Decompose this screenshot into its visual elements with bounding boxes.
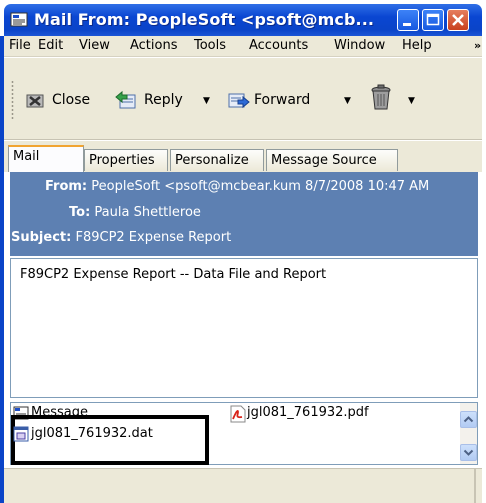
maximize-button[interactable] — [422, 9, 444, 31]
to-row: To: Paula Shettleroe — [69, 205, 201, 220]
subject-label: Subject: — [11, 230, 72, 245]
from-label: From: — [45, 179, 88, 194]
forward-button-label: Forward — [254, 92, 311, 108]
reply-button[interactable]: Reply — [114, 89, 204, 111]
forward-dropdown-arrow[interactable]: ▼ — [344, 96, 351, 106]
menu-overflow-chevron[interactable]: » — [474, 39, 481, 52]
menu-actions[interactable]: Actions — [130, 38, 178, 53]
from-value[interactable]: PeopleSoft <psoft@mcbear.kum 8/7/2008 10… — [91, 179, 429, 194]
pdf-attachment-label: jgl081_761932.pdf — [247, 405, 369, 420]
title-bar[interactable]: Mail From: PeopleSoft <psoft@mcb... — [4, 4, 482, 36]
toolbar-grip[interactable] — [11, 80, 14, 120]
minimize-icon — [403, 23, 411, 26]
scroll-down-button[interactable] — [460, 444, 477, 461]
status-bar — [4, 468, 482, 503]
reply-button-label: Reply — [144, 92, 183, 108]
message-header: From: PeopleSoft <psoft@mcbear.kum 8/7/2… — [10, 172, 478, 256]
menu-view[interactable]: View — [79, 38, 110, 53]
mail-app-icon — [10, 12, 28, 27]
close-window-button[interactable] — [447, 9, 469, 31]
delete-button[interactable] — [368, 84, 394, 110]
menu-tools[interactable]: Tools — [194, 38, 226, 53]
dat-attachment-label: jgl081_761932.dat — [31, 426, 153, 441]
message-body-text: F89CP2 Expense Report -- Data File and R… — [20, 267, 327, 282]
scroll-up-button[interactable] — [460, 411, 477, 428]
close-button-label: Close — [52, 92, 91, 108]
pdf-file-icon — [230, 405, 246, 423]
trash-can-icon — [371, 84, 391, 110]
menu-file[interactable]: File — [9, 38, 31, 53]
forward-button[interactable]: Forward — [228, 89, 338, 111]
tab-message-source[interactable]: Message Source — [266, 149, 398, 171]
reply-dropdown-arrow[interactable]: ▼ — [203, 96, 210, 106]
status-bar-separator — [474, 469, 476, 503]
to-label: To: — [69, 205, 91, 220]
menu-bar: File Edit View Actions Tools Accounts Wi… — [4, 36, 482, 57]
tab-personalize[interactable]: Personalize — [170, 149, 264, 171]
toolbar: Close Reply ▼ Forward ▼ ▼ — [4, 58, 482, 140]
maximize-icon — [426, 13, 440, 26]
forward-icon — [228, 93, 250, 109]
reply-icon — [115, 90, 136, 109]
menu-window[interactable]: Window — [334, 38, 385, 53]
close-icon — [452, 14, 464, 26]
delete-dropdown-arrow[interactable]: ▼ — [408, 96, 415, 106]
menu-help[interactable]: Help — [402, 38, 432, 53]
attachments-scrollbar[interactable] — [460, 403, 477, 464]
scroll-up-icon — [463, 416, 474, 423]
subject-value: F89CP2 Expense Report — [75, 230, 232, 245]
menu-edit[interactable]: Edit — [38, 38, 63, 53]
scroll-down-icon — [463, 449, 474, 456]
close-button[interactable]: Close — [24, 89, 108, 111]
tab-properties[interactable]: Properties — [84, 149, 168, 171]
to-value[interactable]: Paula Shettleroe — [94, 205, 200, 220]
subject-row: Subject: F89CP2 Expense Report — [11, 230, 231, 245]
tab-strip: Mail Properties Personalize Message Sour… — [4, 141, 482, 172]
dat-file-icon — [13, 426, 29, 442]
message-body[interactable]: F89CP2 Expense Report -- Data File and R… — [10, 258, 478, 398]
tab-mail[interactable]: Mail — [8, 145, 84, 172]
attachments-pane: Message jgl081_761932.pdf jgl081_761932.… — [10, 402, 478, 465]
minimize-button[interactable] — [397, 9, 419, 31]
from-row: From: PeopleSoft <psoft@mcbear.kum 8/7/2… — [45, 179, 429, 194]
menu-accounts[interactable]: Accounts — [249, 38, 308, 53]
close-message-icon — [26, 94, 44, 108]
window-title: Mail From: PeopleSoft <psoft@mcb... — [34, 10, 375, 29]
